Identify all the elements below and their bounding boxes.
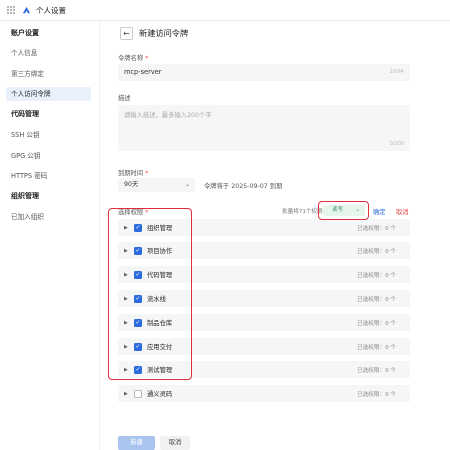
description-placeholder: 请输入描述，最多输入200个字 <box>124 112 212 119</box>
app-grid-icon[interactable] <box>7 6 15 14</box>
sidebar-group-code: 代码管理 <box>11 110 39 118</box>
permission-count: 已选权限：0 个 <box>357 344 396 351</box>
permission-row[interactable]: ▶ 通义灵码 已选权限：0 个 <box>118 385 410 402</box>
chevron-down-icon: ⌄ <box>184 181 190 188</box>
sidebar-item-profile[interactable]: 个人信息 <box>0 46 93 60</box>
expire-label: 到期时间 * <box>118 170 149 177</box>
permission-count: 已选权限：0 个 <box>357 320 396 327</box>
permission-count: 已选权限：0 个 <box>357 296 396 303</box>
permission-name: 通义灵码 <box>147 391 173 398</box>
caret-right-icon[interactable]: ▶ <box>124 391 129 397</box>
description-label: 描述 <box>118 95 131 102</box>
back-button[interactable]: ← <box>120 27 133 40</box>
sidebar-item-gpg[interactable]: GPG 公钥 <box>0 149 93 163</box>
page-title: 新建访问令牌 <box>139 28 189 38</box>
cancel-button[interactable]: 取消 <box>160 436 190 450</box>
app-title: 个人设置 <box>36 5 66 15</box>
top-bar: 个人设置 <box>0 0 450 21</box>
sidebar-item-ssh[interactable]: SSH 公钥 <box>0 128 93 142</box>
sidebar-item-joined-orgs[interactable]: 已加入组织 <box>0 210 93 224</box>
highlight-box-permissions <box>108 208 192 380</box>
main-content: ← 新建访问令牌 令牌名称 * mcp-server 10/64 描述 请输入描述… <box>100 21 450 450</box>
permission-count: 已选权限：0 个 <box>357 367 396 374</box>
expire-select[interactable]: 90天 ⌄ <box>118 178 195 192</box>
token-name-label: 令牌名称 * <box>118 55 149 62</box>
sidebar-group-account: 账户设置 <box>11 29 39 37</box>
cancel-link[interactable]: 取消 <box>396 207 409 216</box>
confirm-link[interactable]: 确定 <box>373 207 386 216</box>
logo-icon <box>22 6 31 13</box>
sidebar-item-access-token[interactable]: 个人访问令牌 <box>6 87 91 101</box>
permission-count: 已选权限：0 个 <box>357 225 396 232</box>
token-name-input[interactable]: mcp-server 10/64 <box>118 64 410 81</box>
sidebar: 账户设置 个人信息 第三方绑定 个人访问令牌 代码管理 SSH 公钥 GPG 公… <box>0 21 100 450</box>
permission-count: 已选权限：0 个 <box>357 248 396 255</box>
token-name-counter: 10/64 <box>389 69 404 75</box>
sidebar-group-org: 组织管理 <box>11 192 39 200</box>
sidebar-item-third-party[interactable]: 第三方绑定 <box>0 67 93 81</box>
description-textarea[interactable]: 请输入描述，最多输入200个字 0/200 <box>118 105 410 151</box>
expire-note: 令牌将于 2025-09-07 到期 <box>204 183 283 190</box>
arrow-left-icon: ← <box>123 29 130 38</box>
sidebar-item-https[interactable]: HTTPS 密码 <box>0 169 93 183</box>
create-button[interactable]: 新建 <box>118 436 155 450</box>
highlight-box-batch <box>318 201 369 220</box>
expire-value: 90天 <box>124 181 139 188</box>
permission-count: 已选权限：0 个 <box>357 272 396 279</box>
token-name-value: mcp-server <box>124 68 162 76</box>
description-counter: 0/200 <box>389 141 404 147</box>
permission-count: 已选权限：0 个 <box>357 391 396 398</box>
checkbox[interactable] <box>134 389 142 398</box>
